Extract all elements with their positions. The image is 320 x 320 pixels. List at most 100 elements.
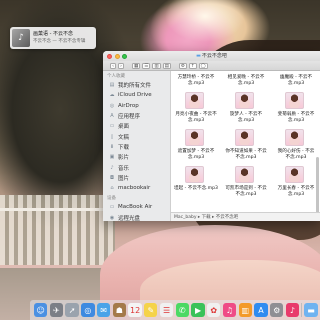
- sidebar-item-label: 远程光盘: [118, 215, 141, 221]
- file-name: 方慧玲桥 - 不云不 念.mp3: [171, 75, 221, 87]
- downloads-icon: ⬇: [109, 143, 115, 150]
- album-art-thumbnail: [235, 129, 254, 146]
- messages-icon[interactable]: ✆: [175, 303, 189, 317]
- share-icon[interactable]: ↑: [188, 62, 197, 69]
- finder-toolbar: ‹ › ▦ ☰ ▥ ▤ ⚙ ↑ ◯: [103, 61, 320, 71]
- itunes-icon[interactable]: ♫: [222, 303, 237, 317]
- finder-icon[interactable]: ☺: [34, 303, 48, 317]
- album-art-thumbnail: [285, 129, 304, 146]
- window-titlebar[interactable]: ▬不云不念吧: [103, 51, 320, 61]
- finder-window[interactable]: ▬不云不念吧 ‹ › ▦ ☰ ▥ ▤ ⚙ ↑ ◯ 个人收藏 ▤ 我的所有文件 ☁ iCloud Dri…: [103, 51, 320, 221]
- file-item[interactable]: 你不知道如果 - 不云 不念.mp3: [221, 145, 271, 183]
- contacts-icon[interactable]: ☗: [112, 303, 127, 317]
- sidebar-item-desktop[interactable]: ▭ 桌面: [103, 121, 170, 131]
- file-name: 可凯市场是到 - 不云 不念.mp3: [221, 186, 271, 198]
- file-name: 坦起 - 不云不念.mp3: [171, 186, 221, 192]
- sidebar-item-label: MacBook Air: [118, 204, 153, 211]
- sidebar-item-movies[interactable]: ▣ 影片: [103, 152, 170, 162]
- file-item[interactable]: 旋梦人 - 不云不 念.mp3: [221, 108, 271, 146]
- remote-disc-icon: ◉: [109, 214, 115, 221]
- dock: ☺ ✈ ➚ ◎ ✉ ☗ 12 ✎ ☰ ✆ ▶ ✿ ♫ ▥ A ⚙ ♪ ▬: [30, 300, 320, 320]
- file-name: 万里长春 - 不云不 念.mp3: [271, 186, 320, 198]
- icon-view-icon[interactable]: ▦: [132, 62, 141, 69]
- file-name-line: 念.mp3: [187, 155, 205, 160]
- sidebar-item-label: 图片: [118, 175, 130, 182]
- forward-icon[interactable]: ›: [118, 62, 124, 69]
- laptop-icon: ▭: [109, 204, 115, 211]
- wallpaper-fence: [0, 195, 115, 265]
- notification-text: 画菓语 - 不云不念 不云不念 — 不云不念专辑: [33, 31, 85, 45]
- vertical-scrollbar[interactable]: [316, 157, 319, 219]
- music-note-icon: ♪: [12, 29, 30, 47]
- file-name-line: 不念.mp3: [285, 155, 307, 160]
- file-item[interactable]: 遮置加梦 - 不云不 念.mp3: [171, 145, 221, 183]
- window-title: ▬不云不念吧: [103, 51, 320, 61]
- app-store-icon[interactable]: A: [254, 303, 268, 317]
- album-art-thumbnail: [185, 92, 204, 109]
- sidebar-item-label: macbookair: [118, 185, 151, 192]
- rocket-icon[interactable]: ➚: [65, 303, 79, 317]
- folder-icon: ▬: [196, 53, 201, 59]
- file-name-line: 坦起 - 不云不念.mp3: [174, 186, 218, 191]
- mail-icon[interactable]: ✉: [96, 303, 111, 317]
- file-name-line: 不念.mp3: [235, 192, 257, 197]
- sidebar-favorites-header: 个人收藏: [107, 74, 125, 79]
- column-view-icon[interactable]: ▥: [152, 62, 161, 69]
- file-name: 幽魔殿 - 不云不 念.mp3: [271, 75, 320, 87]
- sidebar-item-home[interactable]: ⌂ macbookair: [103, 183, 170, 193]
- ibooks-icon[interactable]: ▥: [238, 303, 252, 317]
- sidebar-item-laptop[interactable]: ▭ MacBook Air: [103, 202, 170, 212]
- photos-icon[interactable]: ✿: [207, 303, 221, 317]
- window-title-text: 不云不念吧: [201, 53, 227, 59]
- list-view-icon[interactable]: ☰: [142, 62, 151, 69]
- file-name: 我的心好伤 - 不云 不念.mp3: [271, 149, 320, 161]
- file-name: 月亮小夜曲 - 不云不 念.mp3: [171, 112, 221, 124]
- notification-subtitle: 不云不念 — 不云不念专辑: [33, 39, 86, 44]
- file-item[interactable]: 月亮小夜曲 - 不云不 念.mp3: [171, 108, 221, 146]
- sidebar-item-all-files[interactable]: ▤ 我的所有文件: [103, 80, 170, 90]
- file-name-line: 念.mp3: [287, 192, 305, 197]
- file-item[interactable]: 相见爱晚 - 不云不 念.mp3: [221, 71, 271, 109]
- sidebar-item-downloads[interactable]: ⬇ 下载: [103, 142, 170, 152]
- audio-file-artwork: [185, 166, 204, 183]
- album-art-thumbnail: [185, 129, 204, 146]
- audio-file-artwork: [285, 92, 304, 109]
- sidebar-item-label: iCloud Drive: [118, 92, 152, 99]
- tag-icon[interactable]: ◯: [198, 62, 208, 69]
- album-art-thumbnail: [185, 166, 204, 183]
- sidebar-item-documents[interactable]: ▯ 文稿: [103, 131, 170, 141]
- launchpad-icon[interactable]: ✈: [49, 303, 64, 317]
- album-art-thumbnail: [235, 92, 254, 109]
- file-name-line: 念.mp3: [287, 118, 305, 123]
- sidebar-item-cloud[interactable]: ☁ iCloud Drive: [103, 90, 170, 100]
- safari-icon[interactable]: ◎: [81, 303, 95, 317]
- sidebar-item-music[interactable]: ♪ 音乐: [103, 162, 170, 172]
- sidebar-item-applications[interactable]: A 应用程序: [103, 111, 170, 121]
- file-name: 遮置加梦 - 不云不 念.mp3: [171, 149, 221, 161]
- audio-file-artwork: [185, 129, 204, 146]
- path-bar[interactable]: Mac_baby ▸ 下载 ▸ 不云不念吧: [171, 212, 320, 221]
- movies-icon: ▣: [109, 154, 115, 161]
- action-gear-icon[interactable]: ⚙: [178, 62, 187, 69]
- back-icon[interactable]: ‹: [110, 62, 116, 69]
- reminders-icon[interactable]: ☰: [159, 303, 174, 317]
- music-notification[interactable]: ♪ 画菓语 - 不云不念 不云不念 — 不云不念专辑: [10, 27, 96, 49]
- file-item[interactable]: 幽魔殿 - 不云不 念.mp3: [271, 71, 320, 109]
- file-item[interactable]: 我的心好伤 - 不云 不念.mp3: [271, 145, 320, 183]
- sidebar-item-remote-disc[interactable]: ◉ 远程光盘: [103, 213, 170, 221]
- audio-file-artwork: [235, 92, 254, 109]
- calendar-icon[interactable]: 12: [128, 303, 142, 317]
- audio-file-artwork: [285, 129, 304, 146]
- facetime-icon[interactable]: ▶: [191, 303, 205, 317]
- file-name: 你不知道如果 - 不云 不念.mp3: [221, 149, 271, 161]
- music-icon: ♪: [110, 164, 114, 171]
- notes-icon[interactable]: ✎: [144, 303, 158, 317]
- file-item[interactable]: 方慧玲桥 - 不云不 念.mp3: [171, 71, 221, 109]
- sidebar-item-airdrop[interactable]: ◎ AirDrop: [103, 101, 170, 111]
- folder-icon[interactable]: ▬: [304, 303, 318, 317]
- sidebar-item-pictures[interactable]: ◘ 图片: [103, 173, 170, 183]
- system-preferences-icon[interactable]: ⚙: [270, 303, 284, 317]
- file-item[interactable]: 斐菊弱质 - 不云不 念.mp3: [271, 108, 320, 146]
- cover-flow-icon[interactable]: ▤: [162, 62, 171, 69]
- music-app-icon[interactable]: ♪: [285, 303, 300, 317]
